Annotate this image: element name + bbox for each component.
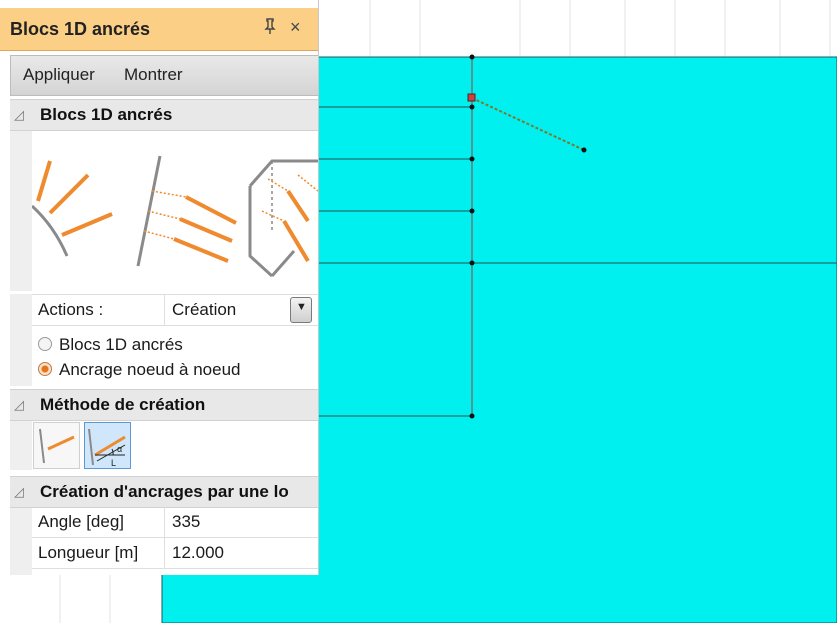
- angle-input[interactable]: 335: [172, 512, 200, 532]
- section-anchored-blocks[interactable]: ◿ Blocs 1D ancrés: [10, 99, 318, 131]
- radio-button-selected[interactable]: [38, 362, 52, 376]
- node-to-node-icon: [39, 428, 75, 464]
- angle-length-icon: α L: [88, 428, 126, 468]
- collapse-triangle-icon[interactable]: ◿: [14, 484, 24, 500]
- section-title: Blocs 1D ancrés: [40, 105, 173, 124]
- radio-button[interactable]: [38, 337, 52, 351]
- collapse-triangle-icon[interactable]: ◿: [14, 397, 24, 413]
- anchor-start-marker: [467, 93, 476, 102]
- method-angle-length-button[interactable]: α L: [84, 422, 131, 469]
- close-icon[interactable]: ×: [290, 17, 301, 38]
- show-button[interactable]: Montrer: [124, 65, 183, 85]
- length-glyph: L: [111, 458, 116, 468]
- row-separator: [164, 507, 165, 537]
- actions-value[interactable]: Création: [172, 300, 236, 320]
- panel-toolbar: Appliquer Montrer: [10, 55, 318, 96]
- length-row: Longueur [m] 12.000: [32, 538, 318, 569]
- section-gutter: [10, 420, 32, 470]
- section-creation-method[interactable]: ◿ Méthode de création: [10, 389, 318, 421]
- angle-label: Angle [deg]: [38, 512, 125, 531]
- chevron-down-icon: ▼: [296, 301, 307, 313]
- section-title: Création d'ancrages par une lo: [40, 482, 289, 501]
- apply-button[interactable]: Appliquer: [23, 65, 95, 85]
- radio-label: Blocs 1D ancrés: [59, 335, 183, 354]
- section-gutter: [10, 506, 32, 575]
- row-separator: [164, 538, 165, 568]
- actions-row: Actions : Création: [32, 294, 318, 326]
- section-gutter: [10, 294, 32, 386]
- properties-panel: Blocs 1D ancrés × Appliquer Montrer ◿ Bl…: [0, 0, 319, 575]
- pin-icon[interactable]: [264, 18, 276, 39]
- anchor-end-node: [581, 147, 587, 153]
- angle-row: Angle [deg] 335: [32, 507, 318, 538]
- length-label: Longueur [m]: [38, 543, 139, 562]
- length-input[interactable]: 12.000: [172, 543, 224, 563]
- radio-label: Ancrage noeud à noeud: [59, 360, 241, 379]
- panel-titlebar: Blocs 1D ancrés ×: [0, 8, 318, 51]
- actions-dropdown-button[interactable]: ▼: [290, 297, 312, 323]
- section-creation-by-length[interactable]: ◿ Création d'ancrages par une lo: [10, 476, 318, 508]
- row-separator: [164, 295, 165, 325]
- anchors-illustration: [32, 131, 318, 291]
- collapse-triangle-icon[interactable]: ◿: [14, 107, 24, 123]
- radio-option-node-to-node[interactable]: Ancrage noeud à noeud: [38, 360, 241, 380]
- panel-title: Blocs 1D ancrés: [10, 19, 151, 39]
- method-node-to-node-button[interactable]: [33, 422, 80, 469]
- radio-option-anchored-blocks[interactable]: Blocs 1D ancrés: [38, 335, 183, 355]
- alpha-glyph: α: [117, 444, 122, 454]
- actions-label: Actions :: [38, 300, 104, 319]
- section-gutter: [10, 131, 32, 291]
- section-title: Méthode de création: [40, 395, 206, 414]
